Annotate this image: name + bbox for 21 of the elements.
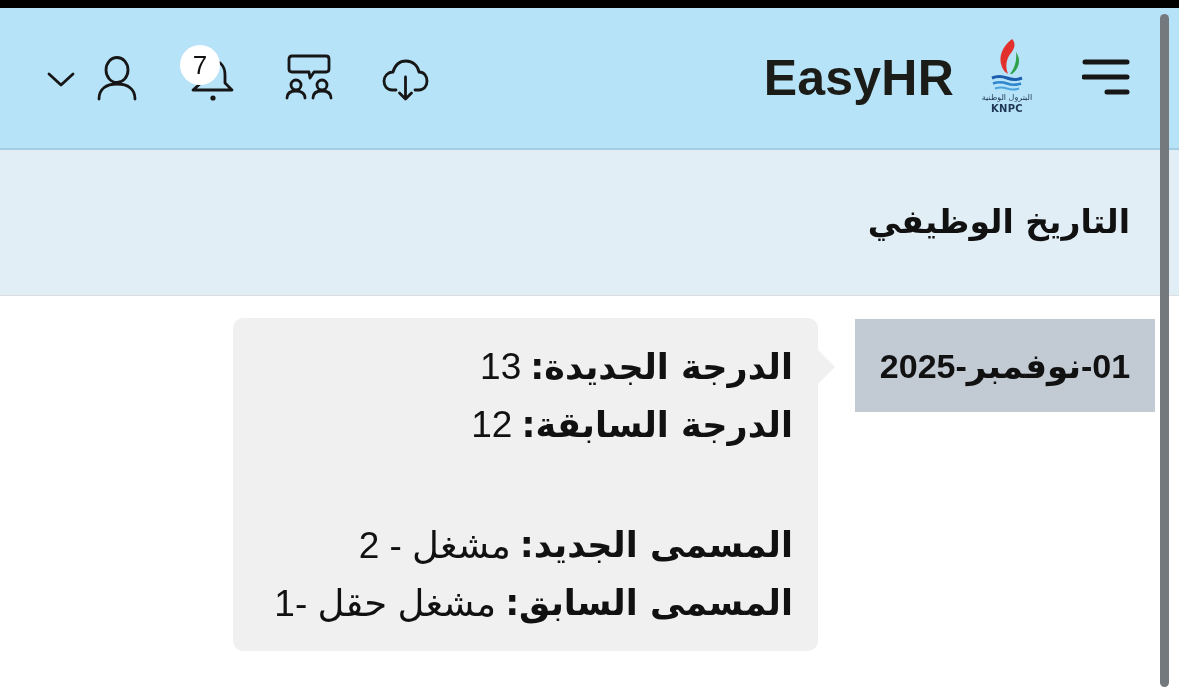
scrollbar-thumb[interactable]	[1160, 14, 1169, 687]
detail-value: مشغل - 2	[358, 523, 511, 567]
flame-waves-logo	[991, 39, 1023, 91]
app-title: EasyHR	[763, 53, 954, 103]
notification-badge: 7	[180, 45, 220, 85]
cloud-download-icon[interactable]	[382, 59, 429, 102]
user-icon[interactable]	[97, 55, 137, 101]
date-label: 01-نوفمبر-2025	[855, 319, 1155, 412]
logo-caption: KNPC	[991, 103, 1023, 114]
detail-value: مشغل حقل -1	[274, 581, 497, 625]
detail-label: المسمى السابق:	[505, 583, 793, 623]
people-chat-icon[interactable]	[285, 53, 333, 100]
detail-label: الدرجة الجديدة:	[530, 347, 793, 387]
page-title: التاريخ الوظيفي	[867, 201, 1130, 244]
chevron-down-icon[interactable]	[47, 72, 75, 88]
detail-value: 12	[471, 404, 513, 446]
detail-label: الدرجة السابقة:	[521, 405, 793, 445]
logo-caption: البترول الوطنية	[981, 93, 1033, 103]
detail-value: 13	[480, 346, 522, 388]
detail-label: المسمى الجديد:	[519, 525, 793, 565]
menu-icon[interactable]	[1082, 59, 1130, 95]
